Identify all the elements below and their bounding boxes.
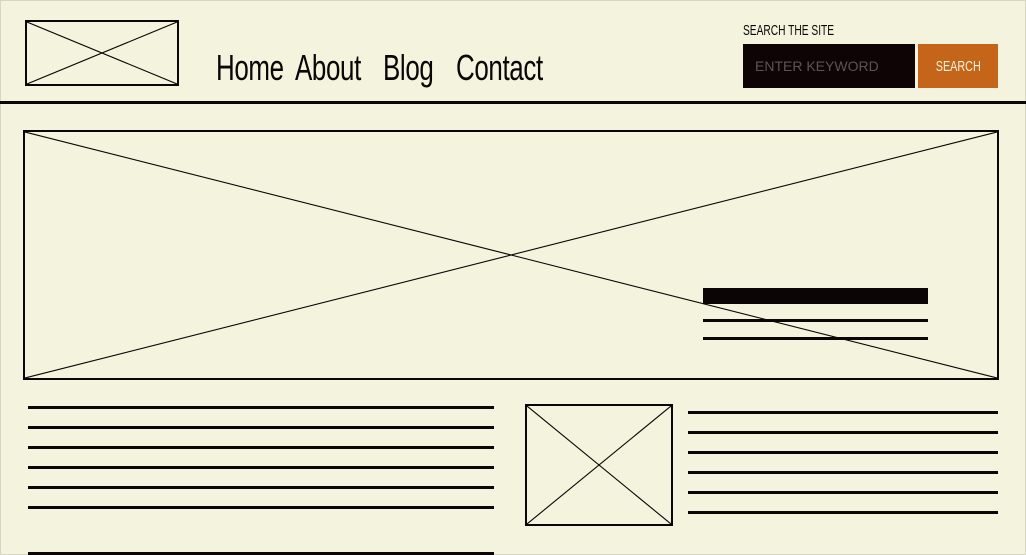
search-label: SEARCH THE SITE [743,22,835,39]
main-nav: Home About Blog Contact [216,43,546,93]
body-text-line [28,466,494,469]
nav-item-blog[interactable]: Blog [383,43,436,93]
side-text-line [688,431,998,434]
side-text-line [688,411,998,414]
hero-text-line [703,319,928,322]
logo-image-placeholder[interactable] [25,20,179,86]
body-text-line [28,426,494,429]
image-placeholder-icon [25,132,997,378]
search-button-label: SEARCH [935,57,981,75]
nav-item-home[interactable]: Home [216,43,284,93]
body-text-line [28,406,494,409]
side-text-line [688,471,998,474]
hero-text-line [703,337,928,340]
side-text-line [688,491,998,494]
side-text-line [688,451,998,454]
image-placeholder-icon [27,22,177,84]
image-placeholder-icon [527,406,671,524]
search-button[interactable]: SEARCH [918,44,998,88]
body-text-line [28,506,494,509]
nav-item-contact[interactable]: Contact [456,43,543,93]
side-text-line [688,511,998,514]
hero-title-block [703,288,928,304]
search-input[interactable] [743,44,915,88]
nav-item-about[interactable]: About [295,43,361,93]
hero-image-placeholder[interactable] [23,130,999,380]
thumbnail-image-placeholder[interactable] [525,404,673,526]
body-text-line [28,446,494,449]
body-text-line [28,486,494,489]
header-divider [0,101,1026,104]
